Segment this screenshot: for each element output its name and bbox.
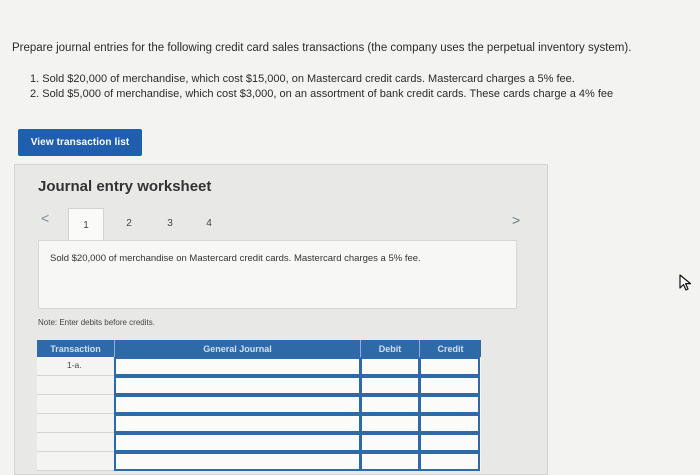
transaction-cell — [37, 395, 115, 414]
debit-input[interactable] — [360, 376, 420, 395]
page: Prepare journal entries for the followin… — [0, 0, 700, 475]
transaction-list: 1. Sold $20,000 of merchandise, which co… — [30, 72, 613, 102]
debit-input[interactable] — [360, 414, 420, 433]
transaction-item: 2. Sold $5,000 of merchandise, which cos… — [30, 88, 614, 100]
credit-input[interactable] — [419, 452, 480, 471]
general-journal-input[interactable] — [114, 433, 361, 452]
transaction-cell — [37, 433, 115, 452]
journal-table: Transaction General Journal Debit Credit… — [37, 340, 481, 471]
tab-3[interactable]: 3 — [152, 208, 188, 238]
worksheet-title: Journal entry worksheet — [38, 178, 212, 195]
transaction-cell — [37, 414, 115, 433]
transaction-cell: 1-a. — [37, 357, 115, 376]
tab-4[interactable]: 4 — [191, 208, 227, 238]
credit-input[interactable] — [419, 433, 480, 452]
table-row — [37, 376, 481, 395]
header-debit: Debit — [361, 340, 420, 357]
mouse-cursor-icon — [679, 274, 692, 291]
instructions: Prepare journal entries for the followin… — [12, 42, 632, 54]
general-journal-input[interactable] — [114, 357, 361, 376]
table-row — [37, 414, 481, 433]
header-general-journal: General Journal — [115, 340, 361, 357]
table-row — [37, 433, 481, 452]
view-transaction-list-button[interactable]: View transaction list — [18, 129, 142, 156]
credit-input[interactable] — [419, 357, 480, 376]
credit-input[interactable] — [419, 414, 480, 433]
debit-input[interactable] — [360, 357, 420, 376]
tab-2[interactable]: 2 — [111, 208, 147, 238]
transaction-item: 1. Sold $20,000 of merchandise, which co… — [30, 73, 575, 85]
debit-input[interactable] — [360, 452, 420, 471]
general-journal-input[interactable] — [114, 395, 361, 414]
credit-input[interactable] — [419, 376, 480, 395]
transaction-cell — [37, 376, 115, 395]
header-transaction: Transaction — [37, 340, 115, 357]
table-row — [37, 395, 481, 414]
debit-input[interactable] — [360, 395, 420, 414]
general-journal-input[interactable] — [114, 452, 361, 471]
table-header: Transaction General Journal Debit Credit — [37, 340, 481, 357]
credit-input[interactable] — [419, 395, 480, 414]
chevron-right-icon[interactable]: > — [512, 212, 520, 228]
chevron-left-icon[interactable]: < — [41, 210, 49, 226]
table-row: 1-a. — [37, 357, 481, 376]
table-row — [37, 452, 481, 471]
transaction-description: Sold $20,000 of merchandise on Mastercar… — [50, 253, 421, 264]
general-journal-input[interactable] — [114, 376, 361, 395]
header-credit: Credit — [437, 343, 464, 354]
entry-note: Note: Enter debits before credits. — [38, 318, 155, 327]
debit-input[interactable] — [360, 433, 420, 452]
tab-1[interactable]: 1 — [68, 208, 104, 241]
transaction-description-box — [38, 240, 517, 309]
general-journal-input[interactable] — [114, 414, 361, 433]
transaction-cell — [37, 452, 115, 471]
